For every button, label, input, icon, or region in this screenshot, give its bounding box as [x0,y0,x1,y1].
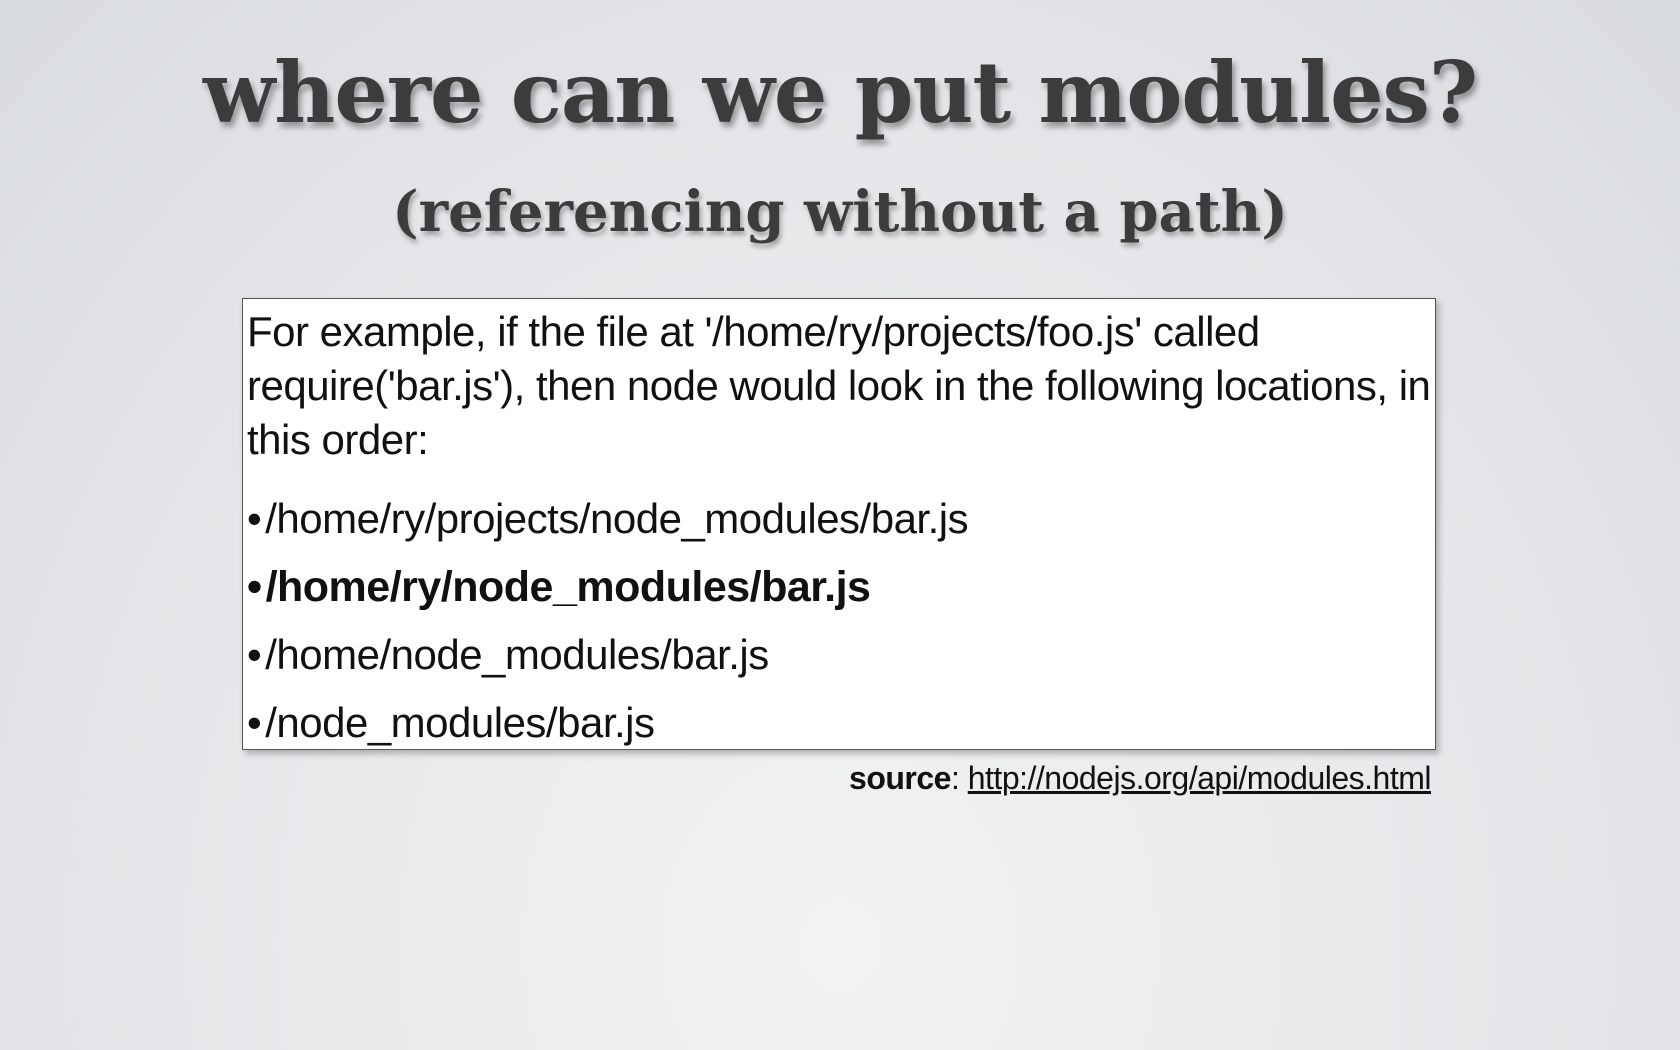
path-item: •/home/ry/projects/node_modules/bar.js [247,485,1431,553]
slide: where can we put modules? (referencing w… [0,0,1680,1050]
bullet-icon: • [247,699,262,746]
source-separator: : [950,760,968,796]
bullet-icon: • [247,563,262,611]
path-item: •/home/node_modules/bar.js [247,621,1431,689]
path-list: •/home/ry/projects/node_modules/bar.js •… [247,485,1431,757]
bullet-icon: • [247,631,262,678]
path-text: /home/ry/projects/node_modules/bar.js [265,495,969,542]
slide-title: where can we put modules? [202,43,1478,142]
path-item: •/node_modules/bar.js [247,689,1431,757]
path-text: /home/node_modules/bar.js [265,631,769,678]
path-text: /node_modules/bar.js [265,699,655,746]
source-citation: source: http://nodejs.org/api/modules.ht… [849,760,1431,797]
slide-subtitle: (referencing without a path) [392,179,1288,245]
source-link[interactable]: http://nodejs.org/api/modules.html [968,760,1432,796]
path-text: /home/ry/node_modules/bar.js [265,563,871,611]
path-item-emphasized: •/home/ry/node_modules/bar.js [247,553,1431,621]
intro-text: For example, if the file at '/home/ry/pr… [247,308,1431,463]
source-label: source [849,760,951,796]
quote-box: For example, if the file at '/home/ry/pr… [242,298,1436,750]
bullet-icon: • [247,495,262,542]
